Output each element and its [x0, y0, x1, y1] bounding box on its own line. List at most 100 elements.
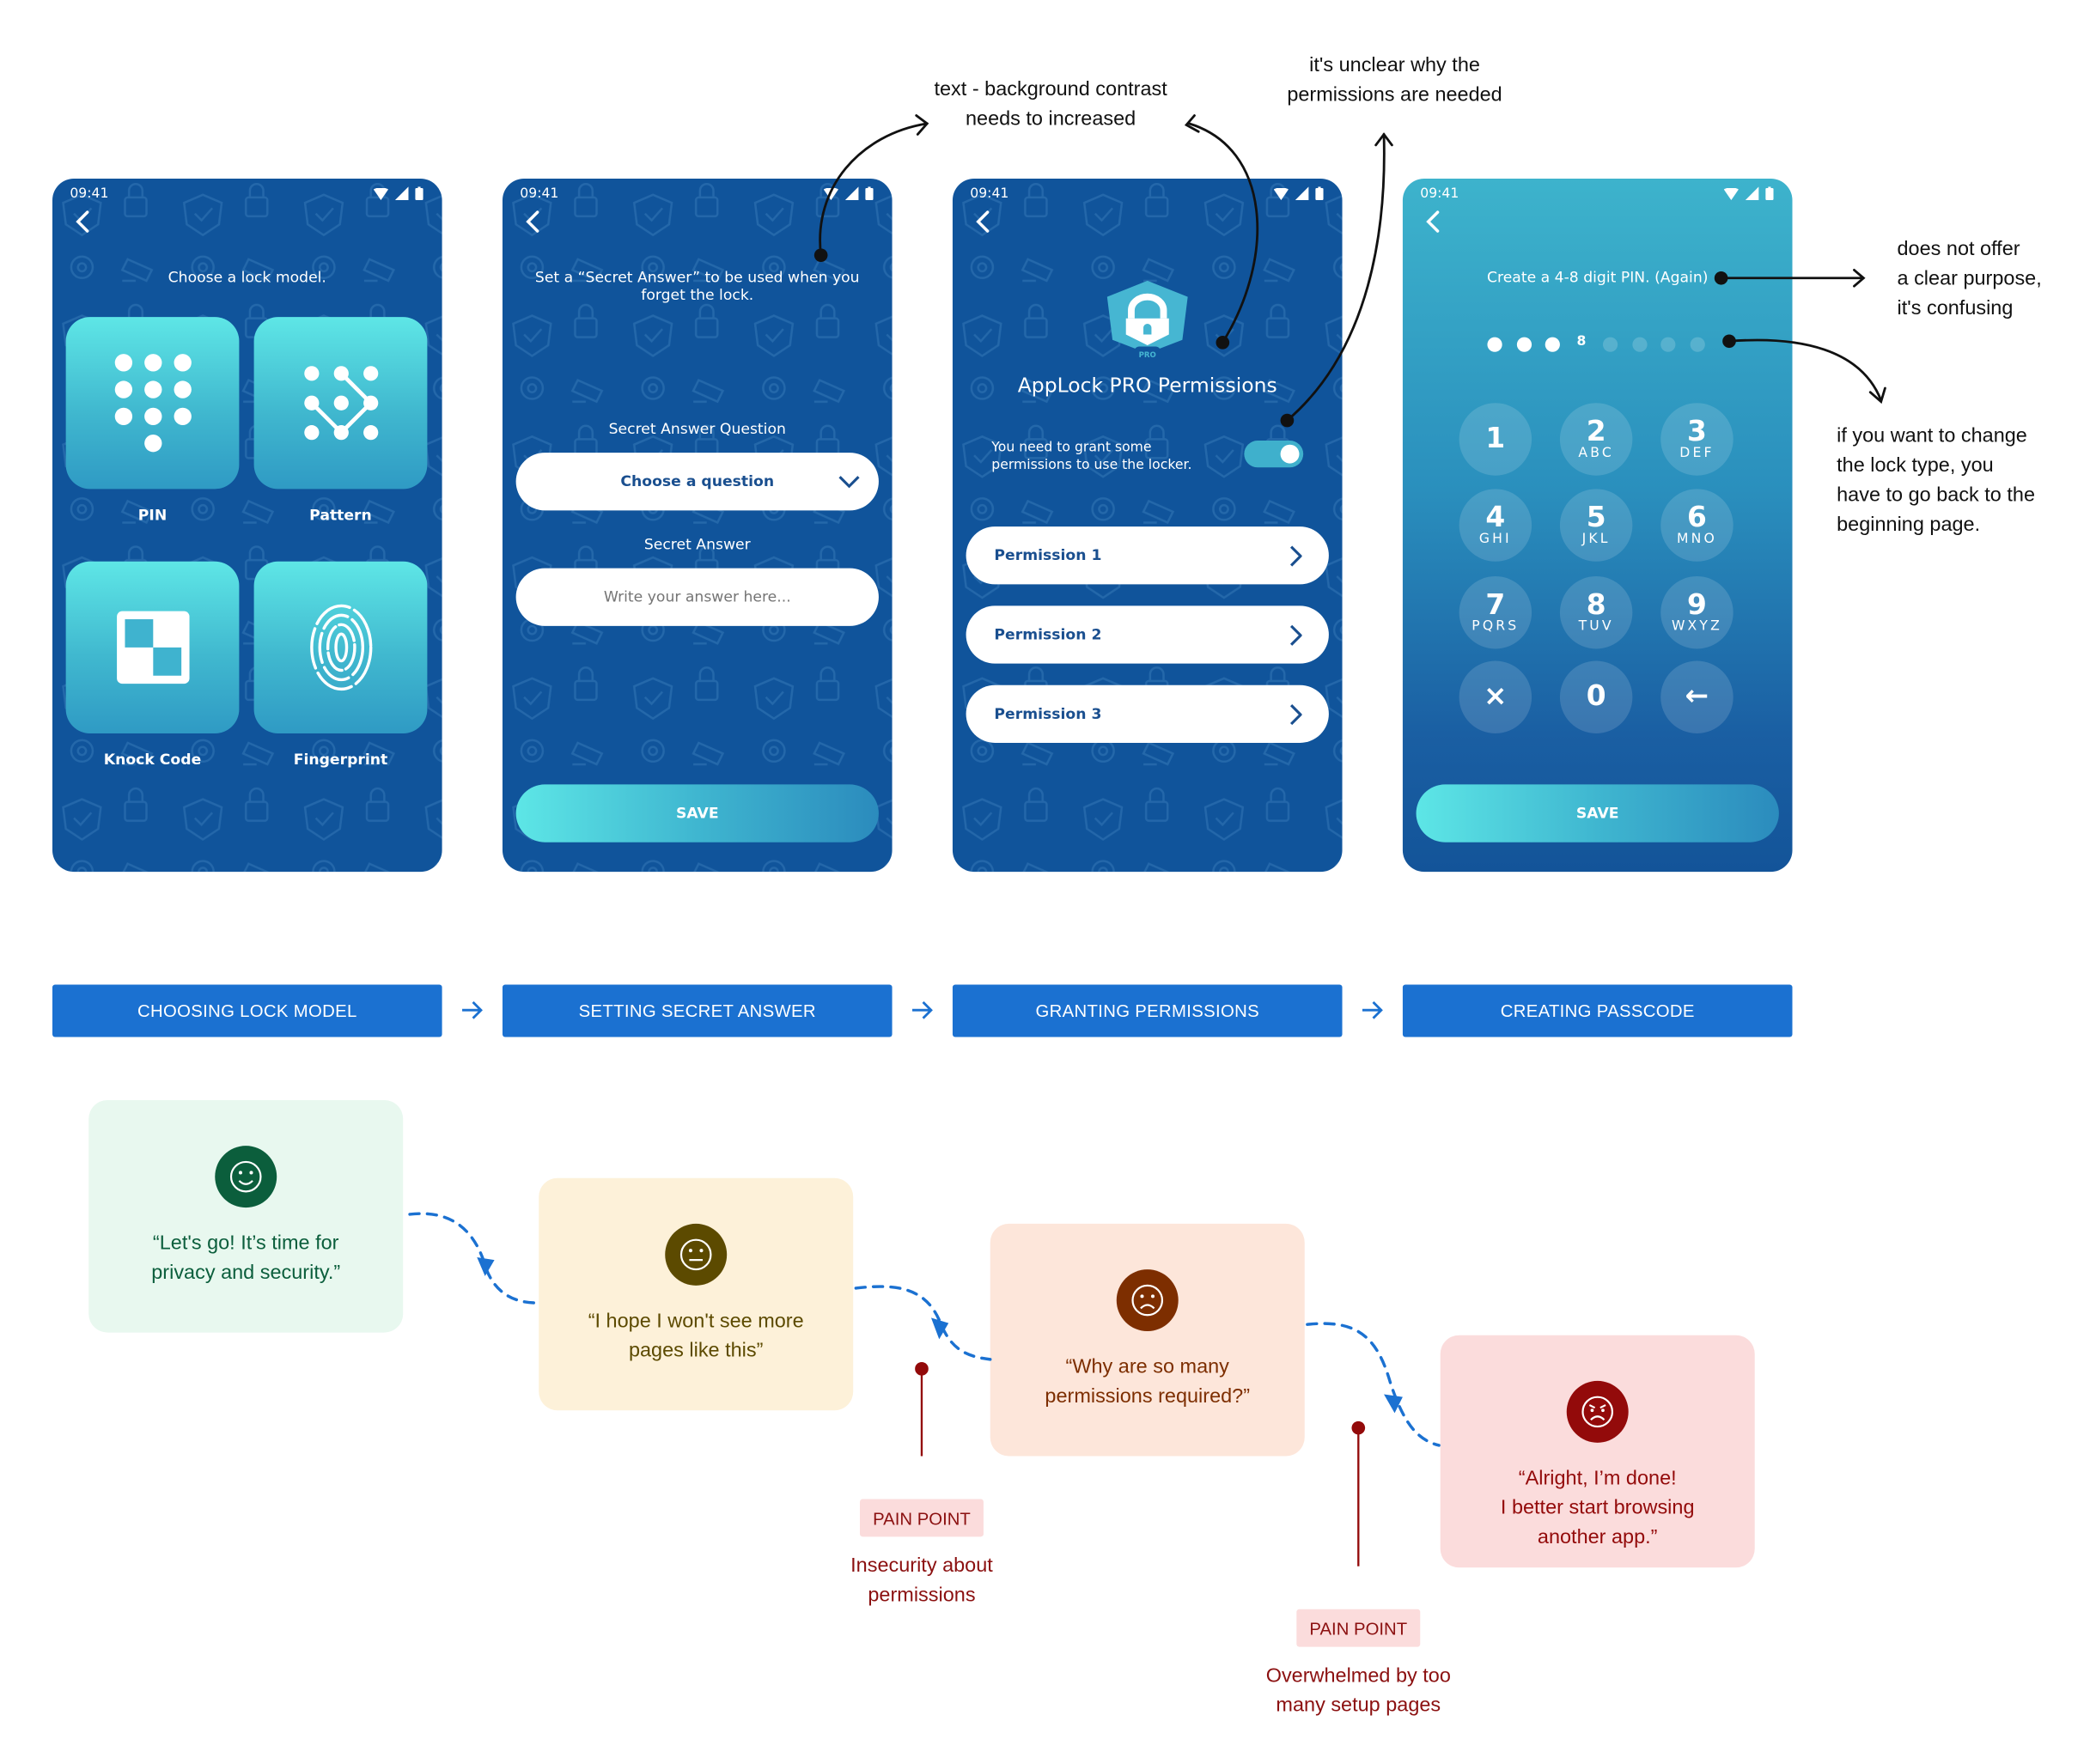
screen-title: Set a “Secret Answer” to be used when yo…: [503, 269, 893, 304]
key-letters: JKL: [1581, 532, 1611, 547]
answer-input-wrapper: [515, 568, 879, 626]
pain-point-badge: PAIN POINT: [1296, 1609, 1421, 1647]
annotation-line: have to go back to the: [1837, 484, 2036, 507]
permissions-explanation-line: You need to grant some: [991, 441, 1152, 456]
chevron-right-icon: [1289, 703, 1302, 725]
back-chevron-icon[interactable]: [521, 208, 543, 234]
arrowhead: [1853, 268, 1866, 288]
key-letters: GHI: [1478, 532, 1512, 547]
question-select-value: Choose a question: [620, 472, 775, 490]
key-letters: ABC: [1578, 446, 1614, 461]
permissions-explanation: You need to grant some permissions to us…: [991, 439, 1191, 474]
annotation-line: does not offer: [1897, 237, 2020, 261]
emotion-quote-line: privacy and security.”: [151, 1261, 341, 1285]
pain-point-line: many setup pages: [1276, 1694, 1441, 1717]
journey-map-canvas: 09:41 Choose a lock model. PIN Pattern K…: [0, 0, 2096, 1764]
flow-arrowhead: [1384, 1394, 1403, 1414]
neutral-face-icon: [665, 1223, 728, 1286]
annotation-line: it's confusing: [1897, 296, 2014, 320]
permission-item[interactable]: Permission 3: [966, 684, 1329, 743]
status-time: 09:41: [970, 186, 1009, 201]
signal-icon: [1295, 186, 1309, 201]
keypad-key-8[interactable]: 8 TUV: [1559, 575, 1633, 649]
back-chevron-icon[interactable]: [71, 208, 93, 234]
save-button[interactable]: SAVE: [515, 784, 879, 842]
answer-input[interactable]: [515, 587, 879, 607]
permission-item[interactable]: Permission 2: [966, 605, 1329, 664]
keypad-key-9[interactable]: 9 WXYZ: [1660, 575, 1733, 649]
wifi-icon: [1273, 187, 1289, 200]
keypad-key-3[interactable]: 3 DEF: [1660, 403, 1733, 476]
keypad-key-7[interactable]: 7 PQRS: [1459, 575, 1532, 649]
pattern-icon: [303, 366, 378, 441]
pain-point-pin-dot: [915, 1361, 929, 1376]
keypad-key-0[interactable]: 0: [1559, 660, 1633, 733]
battery-icon: [415, 186, 423, 201]
permissions-toggle[interactable]: [1244, 441, 1304, 468]
emotion-card-happy: “Let's go! It’s time for privacy and secu…: [88, 1099, 404, 1333]
flow-line: [408, 1212, 540, 1305]
happy-face-icon: [215, 1146, 277, 1208]
annotation-line: needs to increased: [965, 107, 1136, 131]
keypad-backspace-button[interactable]: ←: [1660, 660, 1733, 733]
status-bar: 09:41: [970, 184, 1324, 203]
stage-label: GRANTING PERMISSIONS: [952, 984, 1343, 1037]
annotation-line: beginning page.: [1837, 513, 1981, 537]
wifi-icon: [373, 187, 389, 200]
knock-code-icon: [116, 611, 189, 684]
flow-arrowhead: [477, 1256, 495, 1276]
key-letters: MNO: [1676, 532, 1717, 547]
annotation-unclear-purpose: does not offer a clear purpose, it's con…: [1898, 235, 2042, 324]
emotion-quote-line: “Alright, I’m done!: [1518, 1466, 1677, 1490]
arrow-right-icon: [912, 1001, 933, 1019]
key-digit: 5: [1586, 501, 1606, 533]
signal-icon: [844, 186, 859, 201]
emotion-quote-line: I better start browsing: [1500, 1496, 1695, 1519]
keypad-key-4[interactable]: 4 GHI: [1459, 489, 1532, 562]
key-letters: TUV: [1578, 619, 1614, 635]
emotion-quote: “Alright, I’m done! I better start browsi…: [1441, 1464, 1755, 1553]
question-select[interactable]: Choose a question: [515, 453, 879, 511]
lock-option-label: Knock Code: [103, 751, 202, 769]
permission-label: Permission 3: [994, 705, 1102, 723]
chevron-down-icon: [838, 476, 860, 489]
fingerprint-icon: [309, 604, 372, 691]
chevron-right-icon: [1289, 623, 1302, 646]
lock-option-pin[interactable]: [65, 317, 240, 490]
annotation-contrast: text - background contrast needs to incr…: [903, 76, 1198, 135]
keypad-key-2[interactable]: 2 ABC: [1559, 403, 1633, 476]
key-digit: 3: [1687, 415, 1707, 447]
emotion-quote: “Why are so many permissions required?”: [990, 1353, 1305, 1412]
lock-option-knock-code[interactable]: [65, 561, 240, 733]
emotion-card-neutral: “I hope I won't see more pages like this”: [539, 1177, 854, 1411]
question-label: Secret Answer Question: [608, 420, 786, 438]
arrow-left-icon: ←: [1685, 679, 1709, 712]
lock-option-label: Pattern: [309, 506, 372, 524]
battery-icon: [865, 186, 874, 201]
status-time: 09:41: [70, 186, 109, 201]
keypad-key-6[interactable]: 6 MNO: [1660, 489, 1733, 562]
arrowhead: [1374, 132, 1393, 147]
annotation-line: the lock type, you: [1837, 453, 1994, 477]
phone-screen-secret-answer: 09:41 Set a “Secret Answer” to be used w…: [502, 179, 893, 873]
pain-point-line: permissions: [868, 1584, 976, 1607]
keypad-clear-button[interactable]: ×: [1459, 660, 1532, 733]
lock-option-fingerprint[interactable]: [253, 561, 428, 733]
pain-point-pin-dot: [1351, 1420, 1366, 1435]
pain-point-description: Insecurity about permissions: [814, 1552, 1029, 1611]
emotion-card-sad: “Why are so many permissions required?”: [990, 1223, 1305, 1457]
lock-option-pattern[interactable]: [253, 317, 428, 490]
back-chevron-icon[interactable]: [972, 208, 993, 234]
keypad-key-1[interactable]: 1: [1459, 403, 1532, 476]
stage-label: CHOOSING LOCK MODEL: [52, 984, 442, 1037]
emotion-card-angry: “Alright, I’m done! I better start browsi…: [1440, 1335, 1755, 1568]
emotion-quote: “I hope I won't see more pages like this”: [539, 1307, 853, 1366]
permission-item[interactable]: Permission 1: [966, 526, 1329, 585]
lock-option-label: PIN: [137, 506, 168, 524]
save-button[interactable]: SAVE: [1416, 784, 1779, 842]
key-digit: 1: [1485, 422, 1506, 454]
stage-label: CREATING PASSCODE: [1402, 984, 1793, 1037]
battery-icon: [1315, 186, 1324, 201]
key-digit: 7: [1485, 588, 1506, 621]
keypad-key-5[interactable]: 5 JKL: [1559, 489, 1633, 562]
